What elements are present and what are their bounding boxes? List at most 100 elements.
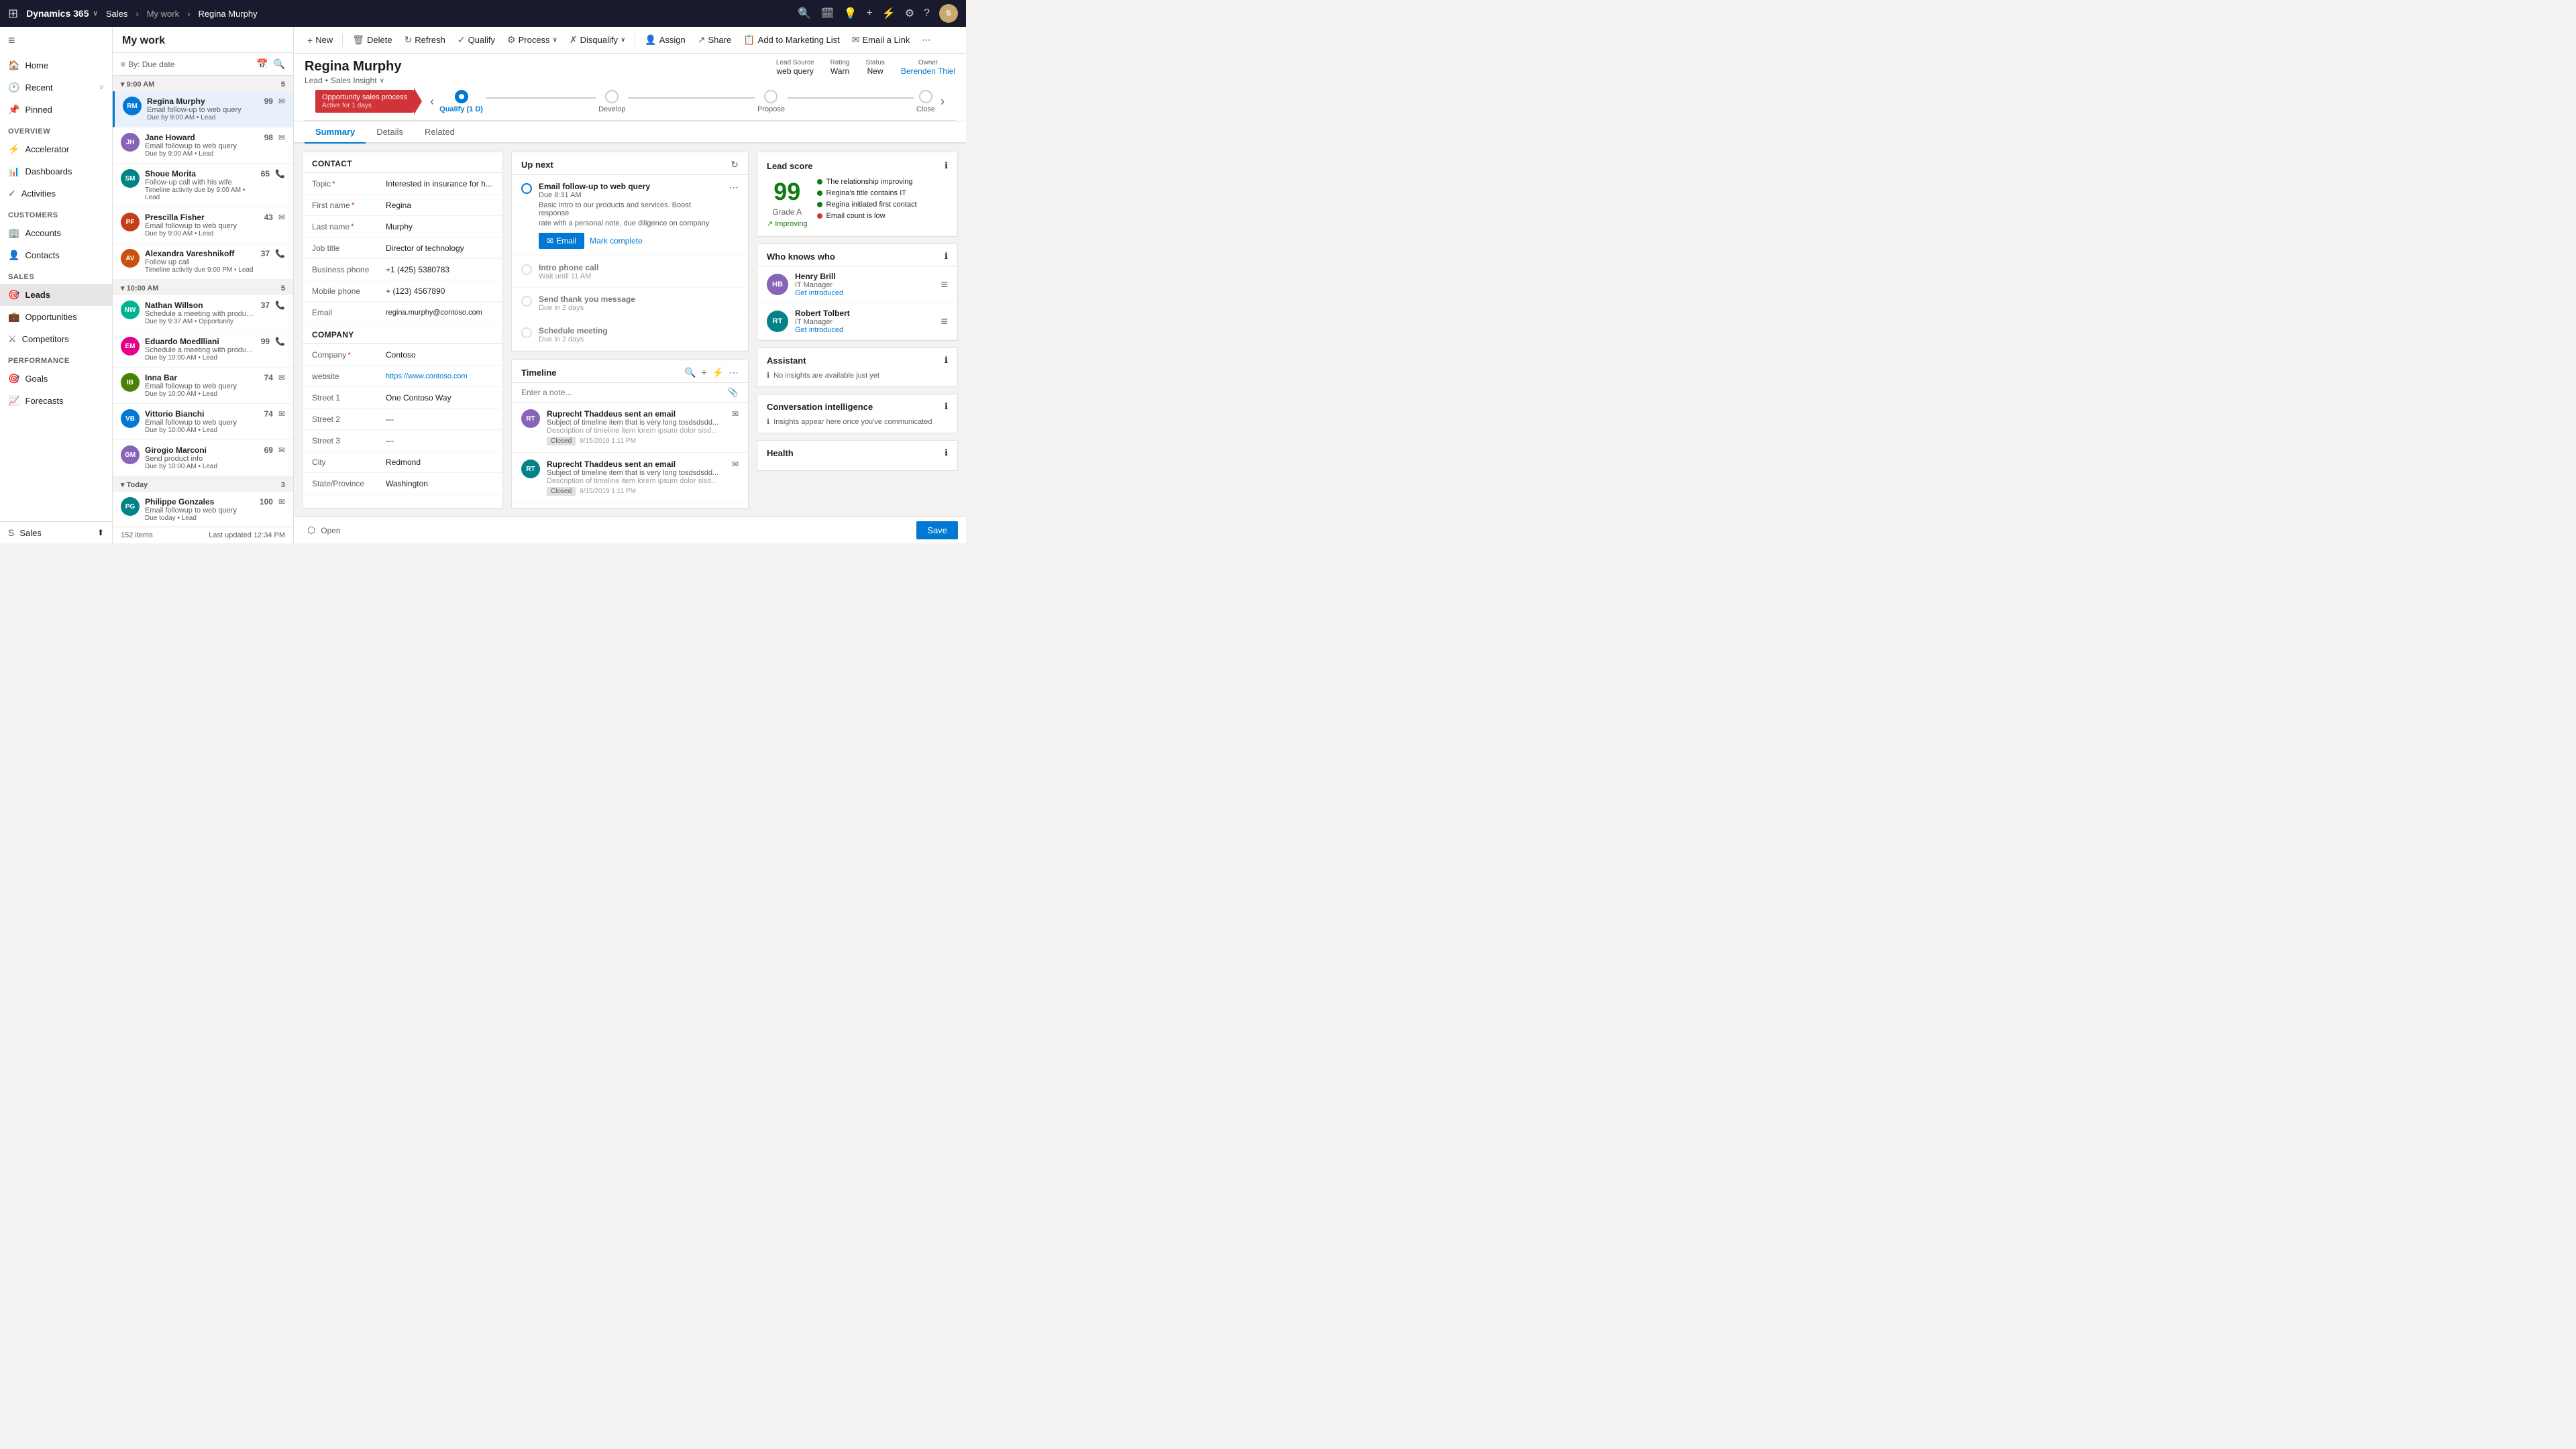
qualify-button[interactable]: ✓ Qualify [452, 31, 500, 49]
health-info-icon[interactable]: ℹ [945, 447, 948, 458]
work-item-nathan[interactable]: NW Nathan Willson Schedule a meeting wit… [113, 295, 293, 331]
email-action-button[interactable]: ✉ Email [539, 233, 584, 249]
home-icon: 🏠 [8, 60, 19, 71]
mywork-search-button[interactable]: 🔍 [274, 58, 285, 70]
tab-summary[interactable]: Summary [305, 121, 366, 144]
email-action-icon[interactable]: ✉ [278, 97, 285, 106]
more-button[interactable]: ⋯ [916, 32, 936, 49]
mywork-calendar-button[interactable]: 📅 [256, 58, 268, 70]
robert-menu-icon[interactable]: ≡ [941, 315, 948, 329]
calendar-icon[interactable]: 🗓 [820, 7, 834, 20]
apps-icon[interactable]: ⊞ [8, 7, 18, 21]
bpf-next-button[interactable]: › [941, 95, 945, 109]
email-action-icon[interactable]: ✉ [278, 373, 285, 382]
nav-breadcrumb[interactable]: My work [147, 9, 179, 19]
work-item-regina[interactable]: RM Regina Murphy Email follow-up to web … [113, 91, 293, 127]
email-action-icon[interactable]: ✉ [278, 497, 285, 506]
who-knows-who-info-icon[interactable]: ℹ [945, 251, 948, 262]
up-next-more-icon[interactable]: ⋯ [729, 182, 739, 193]
up-next-radio[interactable] [521, 183, 532, 194]
work-item-jane[interactable]: JH Jane Howard Email followup to web que… [113, 127, 293, 164]
sidebar-item-goals[interactable]: 🎯 Goals [0, 368, 112, 390]
work-item-prescilla[interactable]: PF Prescilla Fisher Email followup to we… [113, 207, 293, 244]
henry-menu-icon[interactable]: ≡ [941, 278, 948, 292]
settings-icon[interactable]: ⚙ [905, 7, 914, 20]
tab-related[interactable]: Related [414, 121, 466, 144]
work-item-philippe[interactable]: PG Philippe Gonzales Email followup to w… [113, 492, 293, 527]
filter-button[interactable]: ≡ By: Due date [121, 60, 251, 69]
delete-button[interactable]: 🗑 Delete [347, 31, 397, 49]
mark-complete-button[interactable]: Mark complete [590, 236, 643, 246]
avatar: PF [121, 213, 140, 231]
sales-bottom-chevron[interactable]: ⬆ [97, 528, 104, 537]
sidebar-item-pinned[interactable]: 📌 Pinned [0, 99, 112, 121]
tab-details[interactable]: Details [366, 121, 414, 144]
user-avatar[interactable]: S [939, 4, 958, 23]
sidebar-item-opportunities[interactable]: 💼 Opportunities [0, 306, 112, 328]
marketing-icon: 📋 [743, 34, 755, 46]
email-action-icon[interactable]: ✉ [278, 213, 285, 222]
work-item-alexandra[interactable]: AV Alexandra Vareshnikoff Follow up call… [113, 244, 293, 280]
bpf-label[interactable]: Opportunity sales process Active for 1 d… [315, 90, 414, 113]
call-action-icon[interactable]: 📞 [275, 169, 285, 178]
sidebar-item-forecasts[interactable]: 📈 Forecasts [0, 390, 112, 412]
conversation-info-icon[interactable]: ℹ [945, 401, 948, 412]
save-button[interactable]: Save [916, 521, 958, 539]
timeline-attach-icon[interactable]: 📎 [728, 387, 739, 398]
call-action-icon[interactable]: 📞 [275, 301, 285, 310]
email-action-icon[interactable]: ✉ [278, 133, 285, 142]
share-button[interactable]: ↗ Share [692, 31, 737, 49]
timeline-search-icon[interactable]: 🔍 [684, 367, 696, 378]
sidebar-item-accelerator[interactable]: ⚡ Accelerator [0, 138, 112, 160]
timeline-filter-icon[interactable]: ⚡ [712, 367, 724, 378]
call-action-icon[interactable]: 📞 [275, 337, 285, 346]
email-action-icon[interactable]: ✉ [278, 409, 285, 419]
sidebar-item-dashboards[interactable]: 📊 Dashboards [0, 160, 112, 182]
sidebar-item-competitors[interactable]: ⚔ Competitors [0, 328, 112, 350]
refresh-button[interactable]: ↻ Refresh [399, 31, 451, 49]
brand-chevron[interactable]: ∨ [93, 10, 98, 17]
lead-score-info-icon[interactable]: ℹ [945, 160, 948, 171]
timeline-more-icon[interactable]: ⋯ [729, 367, 739, 378]
assign-button[interactable]: 👤 Assign [639, 31, 690, 49]
henry-get-introduced[interactable]: Get introduced [795, 289, 934, 297]
sidebar-item-home[interactable]: 🏠 Home [0, 54, 112, 76]
work-item-eduardo[interactable]: EM Eduardo Moedlliani Schedule a meeting… [113, 331, 293, 368]
timeline-add-icon[interactable]: + [701, 367, 706, 378]
recent-chevron: ∨ [99, 84, 104, 91]
bpf-stage-close[interactable]: Close [916, 90, 935, 113]
search-icon[interactable]: 🔍 [798, 7, 811, 20]
assistant-info-icon[interactable]: ℹ [945, 355, 948, 366]
process-button[interactable]: ⚙ Process ∨ [502, 31, 563, 49]
question-icon[interactable]: ? [924, 7, 930, 19]
bpf-prev-button[interactable]: ‹ [430, 95, 434, 109]
help-icon[interactable]: 💡 [844, 7, 857, 20]
bpf-stage-develop[interactable]: Develop [598, 90, 625, 113]
email-action-icon[interactable]: ✉ [278, 445, 285, 455]
new-button[interactable]: + New [302, 32, 338, 49]
add-icon[interactable]: + [866, 7, 872, 19]
emaillink-button[interactable]: ✉ Email a Link [847, 31, 916, 49]
sidebar-item-contacts[interactable]: 👤 Contacts [0, 244, 112, 266]
up-next-refresh-icon[interactable]: ↻ [731, 159, 739, 170]
filter-icon[interactable]: ⚡ [882, 7, 896, 20]
work-item-inna[interactable]: IB Inna Bar Email followup to web query … [113, 368, 293, 404]
robert-get-introduced[interactable]: Get introduced [795, 326, 934, 334]
sidebar-item-recent[interactable]: 🕐 Recent ∨ [0, 76, 112, 99]
work-item-vittorio[interactable]: VB Vittorio Bianchi Email followup to we… [113, 404, 293, 440]
sidebar-item-sales-bottom[interactable]: S Sales ⬆ [0, 521, 112, 543]
sidebar-collapse-button[interactable]: ≡ [0, 27, 112, 54]
marketing-button[interactable]: 📋 Add to Marketing List [738, 31, 845, 49]
work-item-shoue[interactable]: SM Shoue Morita Follow-up call with his … [113, 164, 293, 207]
sidebar-item-leads[interactable]: 🎯 Leads [0, 284, 112, 306]
timeline-note-input[interactable] [521, 388, 724, 397]
up-next-card: Up next ↻ Email follow-up to web query D… [511, 152, 749, 352]
sidebar-item-accounts[interactable]: 🏢 Accounts [0, 222, 112, 244]
call-action-icon[interactable]: 📞 [275, 249, 285, 258]
subtitle-chevron[interactable]: ∨ [380, 77, 384, 85]
bpf-stage-propose[interactable]: Propose [757, 90, 785, 113]
disqualify-button[interactable]: ✗ Disqualify ∨ [564, 31, 631, 49]
bpf-stage-qualify[interactable]: Qualify (1 D) [439, 90, 483, 113]
sidebar-item-activities[interactable]: ✓ Activities [0, 182, 112, 205]
work-item-girogio[interactable]: GM Girogio Marconi Send product info Due… [113, 440, 293, 476]
